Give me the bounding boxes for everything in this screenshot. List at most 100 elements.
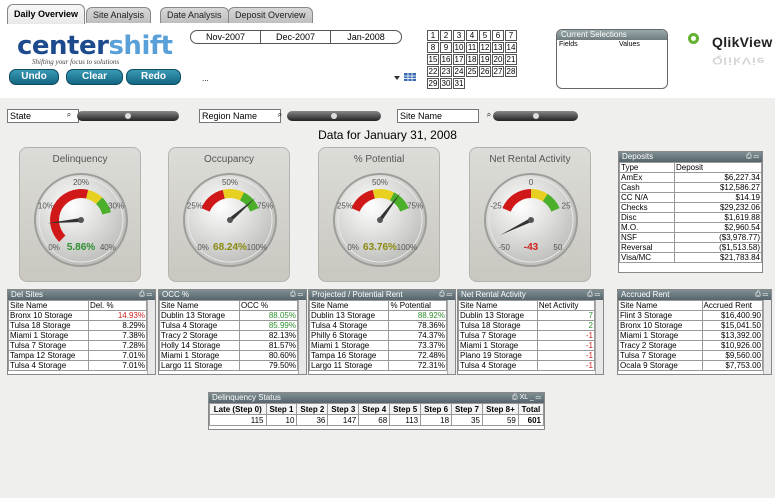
calendar-day[interactable]: 12 — [479, 42, 491, 53]
table-row[interactable]: Dublin 13 Storage 88.92% — [308, 310, 447, 321]
calendar-day[interactable]: 22 — [427, 66, 439, 77]
table-row[interactable]: Tracy 2 Storage $10,926.00 — [618, 340, 764, 351]
table-row[interactable]: Disc $1,619.88 — [619, 212, 762, 223]
table-row[interactable]: Tulsa 7 Storage 7.28% — [7, 340, 147, 351]
table-row[interactable]: Miami 1 Storage 80.60% — [158, 350, 298, 361]
column-header[interactable]: Del. % — [88, 300, 147, 311]
scrollbar[interactable] — [595, 300, 603, 374]
region-slider[interactable] — [287, 111, 381, 121]
slider-knob[interactable] — [125, 113, 131, 119]
table-row[interactable]: Holly 14 Storage 81.57% — [158, 340, 298, 351]
calendar-day[interactable]: 17 — [453, 54, 465, 65]
table-row[interactable]: Visa/MC $21,783.84 — [619, 252, 762, 263]
column-header[interactable]: Site Name — [158, 300, 241, 311]
period-dec-2007[interactable]: Dec-2007 — [261, 31, 331, 43]
column-header[interactable]: Site Name — [458, 300, 538, 311]
table-row[interactable]: Reversal ($1,513.58) — [619, 242, 762, 253]
table-row[interactable]: Tulsa 18 Storage 8.29% — [7, 320, 147, 331]
print-icon[interactable]: ⎙ ▭ — [587, 290, 600, 300]
tab-daily-overview[interactable]: Daily Overview — [7, 4, 86, 24]
table-row[interactable]: Tulsa 4 Storage 85.99% — [158, 320, 298, 331]
calendar-day[interactable]: 1 — [427, 30, 439, 41]
table-row[interactable]: Tulsa 7 Storage -1 — [458, 330, 596, 341]
calendar-day[interactable]: 15 — [427, 54, 439, 65]
column-header[interactable]: Net Activity — [536, 300, 596, 311]
table-row[interactable]: Bronx 10 Storage $15,041.50 — [618, 320, 764, 331]
table-row[interactable]: AmEx $6,227.34 — [619, 172, 762, 183]
table-row[interactable]: Ocala 9 Storage $7,753.00 — [618, 360, 764, 371]
column-header[interactable]: Site Name — [7, 300, 90, 311]
calendar-day[interactable]: 2 — [440, 30, 452, 41]
state-slider[interactable] — [77, 111, 179, 121]
table-row[interactable]: Bronx 10 Storage 14.93% — [7, 310, 147, 321]
table-row[interactable]: Plano 19 Storage -1 — [458, 350, 596, 361]
calendar-day[interactable]: 24 — [453, 66, 465, 77]
scrollbar[interactable] — [763, 300, 771, 374]
table-row[interactable]: Dublin 13 Storage 88.05% — [158, 310, 298, 321]
table-row[interactable]: Tulsa 4 Storage 7.01% — [7, 360, 147, 371]
calendar-day[interactable]: 27 — [492, 66, 504, 77]
calendar-day[interactable]: 30 — [440, 78, 452, 89]
calendar-day[interactable]: 20 — [492, 54, 504, 65]
calendar-day[interactable]: 5 — [479, 30, 491, 41]
calendar-day[interactable]: 14 — [505, 42, 517, 53]
calendar-day[interactable]: 19 — [479, 54, 491, 65]
table-row[interactable]: NSF ($3,978.77) — [619, 232, 762, 243]
calendar-day[interactable]: 10 — [453, 42, 465, 53]
search-icon[interactable]: ⌕ — [274, 110, 286, 122]
table-row[interactable]: Miami 1 Storage 7.38% — [7, 330, 147, 341]
table-row[interactable]: Tulsa 18 Storage 2 — [458, 320, 596, 331]
tab-site-analysis[interactable]: Site Analysis — [86, 7, 152, 24]
calendar-day[interactable]: 4 — [466, 30, 478, 41]
scrollbar[interactable] — [147, 300, 155, 374]
table-row[interactable]: Cash $12,586.27 — [619, 182, 762, 193]
column-header[interactable]: OCC % — [239, 300, 298, 311]
print-icon[interactable]: ⎙ ▭ — [746, 152, 759, 162]
slider-knob[interactable] — [533, 113, 539, 119]
period-nov-2007[interactable]: Nov-2007 — [191, 31, 261, 43]
clear-button[interactable]: Clear — [66, 69, 123, 85]
table-row[interactable]: Tracy 2 Storage 82.13% — [158, 330, 298, 341]
table-row[interactable]: Tampa 12 Storage 7.01% — [7, 350, 147, 361]
tab-deposit-overview[interactable]: Deposit Overview — [228, 7, 313, 24]
tab-date-analysis[interactable]: Date Analysis — [160, 7, 229, 24]
table-row[interactable]: Flint 3 Storage $16,400.90 — [618, 310, 764, 321]
scrollbar[interactable] — [447, 300, 455, 374]
table-row[interactable]: Miami 1 Storage $13,392.00 — [618, 330, 764, 341]
print-icon[interactable]: ⎙ ▭ — [290, 290, 303, 300]
print-icon[interactable]: ⎙ ▭ — [139, 290, 152, 300]
column-header[interactable]: % Potential — [388, 300, 447, 311]
region-filter[interactable]: Region Name ⌕ — [199, 109, 381, 123]
site-filter[interactable]: Site Name ⌕ — [397, 109, 578, 123]
calendar-day[interactable]: 8 — [427, 42, 439, 53]
state-filter[interactable]: State ⌕ — [7, 109, 179, 123]
undo-button[interactable]: Undo — [9, 69, 59, 85]
calendar-day[interactable]: 23 — [440, 66, 452, 77]
table-row[interactable]: Tulsa 4 Storage -1 — [458, 360, 596, 371]
calendar-day[interactable]: 18 — [466, 54, 478, 65]
calendar-day[interactable]: 29 — [427, 78, 439, 89]
calendar-day[interactable]: 21 — [505, 54, 517, 65]
calendar-day[interactable]: 31 — [453, 78, 465, 89]
slider-knob[interactable] — [331, 113, 337, 119]
print-icon[interactable]: ⎙ ▭ — [439, 290, 452, 300]
calendar-day[interactable]: 28 — [505, 66, 517, 77]
table-row[interactable]: Dublin 13 Storage 7 — [458, 310, 596, 321]
search-icon[interactable]: ⌕ — [63, 110, 75, 122]
table-row[interactable]: M.O. $2,960.54 — [619, 222, 762, 233]
dropdown-table-icon[interactable] — [393, 72, 417, 82]
table-row[interactable]: Largo 11 Storage 79.50% — [158, 360, 298, 371]
site-slider[interactable] — [493, 111, 578, 121]
table-row[interactable]: Largo 11 Storage 72.31% — [308, 360, 447, 371]
redo-button[interactable]: Redo — [126, 69, 181, 85]
calendar-day[interactable]: 25 — [466, 66, 478, 77]
calendar-day[interactable]: 26 — [479, 66, 491, 77]
calendar-day[interactable]: 3 — [453, 30, 465, 41]
column-header[interactable]: Site Name — [618, 300, 703, 311]
calendar-day[interactable]: 7 — [505, 30, 517, 41]
window-controls-icon[interactable]: ⎙ XL _ ▭ — [512, 393, 541, 403]
calendar-day[interactable]: 6 — [492, 30, 504, 41]
table-row[interactable]: Tulsa 7 Storage $9,560.00 — [618, 350, 764, 361]
print-icon[interactable]: ⎙ ▭ — [755, 290, 768, 300]
scrollbar[interactable] — [298, 300, 306, 374]
